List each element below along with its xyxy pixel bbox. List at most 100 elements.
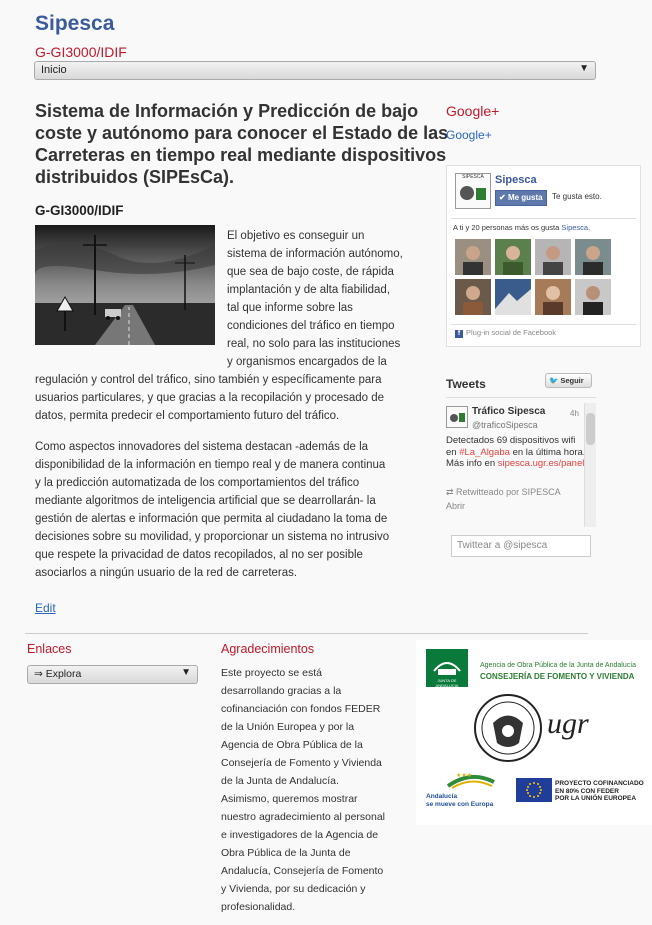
paragraph-line: asociarlos a ningún usuario de la red de…: [35, 567, 298, 579]
article-title-line: distribuidos (SIPEsCa).: [35, 167, 235, 187]
paragraph-line: Como aspectos innovadores del sistema de…: [35, 441, 369, 453]
andalucia-europa-text: Andalucía se mueve con Europa: [426, 793, 493, 809]
paragraph-line: decisiones sobre su movilidad, y proporc…: [35, 531, 390, 543]
gplus-title: Google+: [446, 103, 500, 119]
twitter-bird-icon: 🐦: [549, 376, 559, 385]
paragraph-line: y la predicción automatizada de los comp…: [35, 477, 360, 489]
scrollbar-thumb[interactable]: [586, 413, 595, 445]
thanks-line: e investigadores de la Agencia de: [221, 829, 379, 841]
like-count-text: A ti y 20 personas más os gusta Sipesca.: [453, 223, 590, 232]
paragraph-line: real, no solo para las instituciones: [227, 338, 401, 350]
links-select[interactable]: ⇒ Explora ▼: [27, 665, 198, 684]
facebook-icon: f: [455, 330, 463, 338]
like-button-label: Me gusta: [507, 193, 543, 202]
tweets-title: Tweets: [446, 377, 486, 391]
paragraph-line: mediante algoritmos de inteligencia arti…: [35, 495, 376, 507]
links-title: Enlaces: [27, 642, 72, 656]
avatar[interactable]: [535, 239, 571, 275]
chevron-down-icon: ▼: [579, 63, 589, 74]
retweet-label: Retwitteado por SIPESCA: [456, 487, 561, 497]
paragraph-line: El objetivo es conseguir un: [227, 230, 365, 242]
like-button[interactable]: ✔ Me gusta: [495, 190, 547, 206]
avatar[interactable]: [455, 239, 491, 275]
eu-flag-icon: [516, 778, 552, 802]
paragraph-line: implantación y de alta fiabilidad,: [227, 284, 391, 296]
paragraph-line: tal que informe sobre las: [227, 302, 353, 314]
eu-line: EN 80% CON FEDER: [555, 787, 619, 795]
avatar[interactable]: [455, 279, 491, 315]
thanks-line: de la Unión Europea y por la: [221, 721, 355, 733]
tweet-hashtag[interactable]: #La_Algaba: [459, 447, 510, 458]
facebook-plugin-label[interactable]: f Plug-in social de Facebook: [455, 328, 556, 338]
eu-line: PROYECTO COFINANCIADO: [555, 780, 644, 787]
navigation-select-value: Inicio: [41, 64, 67, 76]
thanks-line: Agencia de Obra Pública de la: [221, 739, 363, 751]
thanks-title: Agradecimientos: [221, 642, 315, 656]
article-image: [35, 225, 215, 345]
paragraph-line: que sea de bajo coste, de rápida: [227, 266, 394, 278]
andalucia-line: se mueve con Europa: [426, 801, 494, 808]
paragraph-line: regulación y control del tráfico, sino t…: [35, 374, 382, 386]
avatar[interactable]: [575, 239, 611, 275]
tweet-feed-scrollbar[interactable]: [584, 403, 596, 527]
divider: [451, 324, 636, 325]
thumbs-up-icon: ✔: [499, 193, 506, 202]
avatar[interactable]: [495, 239, 531, 275]
like-status: Te gusta esto.: [552, 192, 602, 201]
tweet-avatar[interactable]: [446, 406, 468, 428]
tweet-author-name[interactable]: Tráfico Sipesca: [472, 406, 545, 417]
retweet-info: ⇄ Retwitteado por SIPESCA: [446, 487, 561, 498]
edit-link[interactable]: Edit: [35, 601, 56, 615]
tweet-time[interactable]: 4h: [570, 409, 579, 418]
follow-button-label: Seguir: [560, 376, 584, 385]
tweet-open-link[interactable]: Abrir: [446, 501, 465, 511]
paragraph-line: sistema de información autónomo,: [227, 248, 403, 260]
navigation-select[interactable]: Inicio ▼: [34, 61, 596, 80]
thanks-line: nuestro agradecimiento al personal: [221, 811, 386, 823]
thanks-line: Andalucía, Consejería de Fomento: [221, 865, 384, 877]
thanks-line: profesionalidad.: [221, 901, 296, 913]
tweet-feed[interactable]: Tráfico Sipesca @traficoSipesca 4h Detec…: [446, 403, 596, 527]
site-subtitle: G-GI3000/IDIF: [35, 44, 127, 60]
ugr-seal-icon: [474, 694, 542, 762]
thanks-line: cofinanciación con fondos FEDER: [221, 703, 381, 715]
sponsor-logos: JUNTA DE ANDALUCIA Agencia de Obra Públi…: [416, 640, 652, 825]
article-title: Sistema de Información y Predicción de b…: [35, 100, 449, 188]
like-count-prefix: A ti y 20 personas más os gusta: [453, 223, 562, 232]
facebook-like-box: SIPESCA Sipesca ✔ Me gusta Te gusta esto…: [446, 165, 641, 347]
thanks-text: Este proyecto se está desarrollando grac…: [221, 664, 401, 916]
like-count-page-link[interactable]: Sipesca: [561, 223, 588, 232]
article-paragraph-2: Como aspectos innovadores del sistema de…: [35, 438, 389, 582]
thanks-line: de la Junta de Andalucía.: [221, 775, 339, 787]
article-paragraph-1: El objetivo es conseguir un sistema de i…: [227, 227, 403, 371]
article-paragraph-1-continued: regulación y control del tráfico, sino t…: [35, 371, 384, 425]
facebook-page-name[interactable]: Sipesca: [495, 174, 537, 186]
thanks-line: Asimismo, queremos mostrar: [221, 793, 358, 805]
thanks-line: y Vivienda, por su dedicación y: [221, 883, 366, 895]
article-title-line: coste y autónomo para conocer el Estado …: [35, 123, 449, 143]
svg-text:★★★: ★★★: [456, 772, 472, 779]
tweet-author-handle[interactable]: @traficoSipesca: [472, 420, 538, 430]
junta-line2: CONSEJERÍA DE FOMENTO Y VIVIENDA: [480, 672, 635, 681]
thanks-line: Este proyecto se está: [221, 667, 322, 679]
like-count-suffix: .: [588, 223, 591, 232]
avatar[interactable]: [535, 279, 571, 315]
thanks-line: Consejería de Fomento y Vivienda: [221, 757, 382, 769]
sipesca-logo[interactable]: SIPESCA: [455, 173, 491, 209]
facebook-plugin-text: Plug-in social de Facebook: [466, 328, 557, 337]
andalucia-line: Andalucía: [426, 793, 458, 800]
avatar[interactable]: [495, 279, 531, 315]
paragraph-line: que respete la privacidad de datos recop…: [35, 549, 363, 561]
article-title-line: Sistema de Información y Predicción de b…: [35, 101, 419, 121]
avatar[interactable]: [575, 279, 611, 315]
paragraph-line: condiciones del tráfico en tiempo: [227, 320, 395, 332]
gplus-link[interactable]: Google+: [446, 128, 492, 142]
tweet-input[interactable]: Twittear a @sipesca: [451, 535, 591, 557]
tweet-link[interactable]: sipesca.ugr.es/panel: [498, 458, 585, 469]
chevron-down-icon: ▼: [181, 667, 191, 678]
junta-small-text: JUNTA DE ANDALUCIA: [435, 678, 459, 688]
paragraph-line: gestión de alertas e información que per…: [35, 513, 388, 525]
divider: [446, 397, 596, 398]
follow-button[interactable]: 🐦 Seguir: [545, 373, 592, 388]
site-title[interactable]: Sipesca: [35, 12, 114, 36]
